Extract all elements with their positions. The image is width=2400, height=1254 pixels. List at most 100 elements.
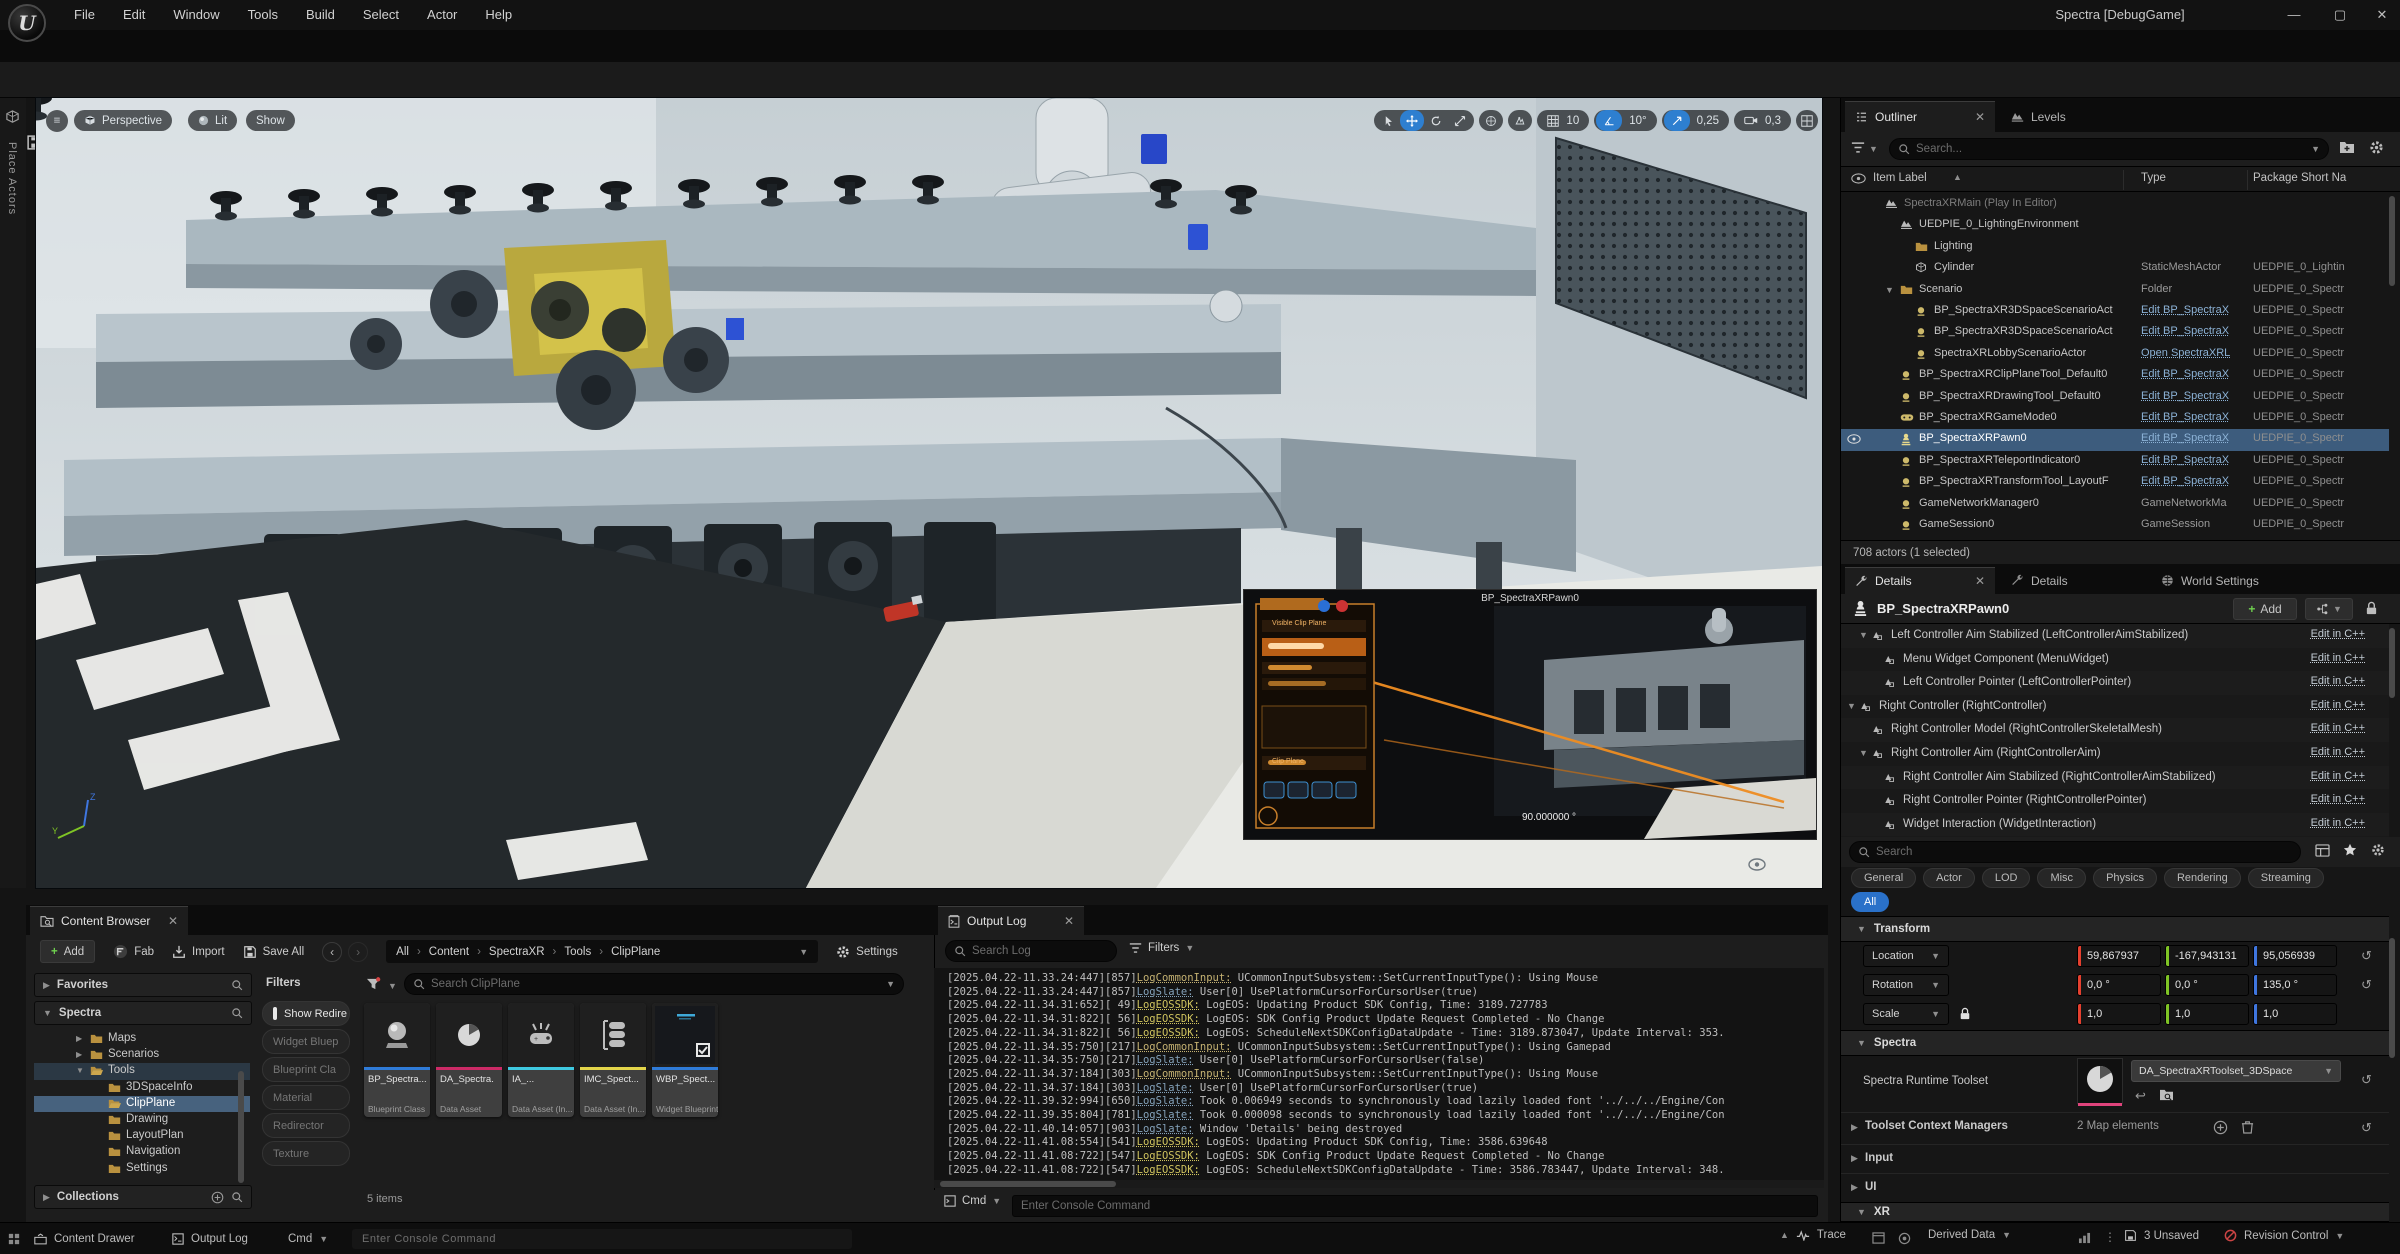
tab-content-browser[interactable]: Content Browser ✕ — [30, 906, 188, 935]
menu-select[interactable]: Select — [349, 0, 413, 30]
folder-navigation[interactable]: Navigation — [34, 1144, 250, 1160]
outliner-item-type[interactable]: Edit BP_SpectraX — [2141, 325, 2247, 337]
camera-speed-control[interactable]: 0,3 — [1734, 110, 1791, 131]
grid-snap-control[interactable]: 10 — [1537, 110, 1589, 131]
component-row[interactable]: Right Controller Pointer (RightControlle… — [1841, 789, 2389, 813]
folder-tools[interactable]: ▼Tools — [34, 1063, 250, 1079]
outliner-row[interactable]: GameNetworkManager0GameNetworkMaUEDPIE_0… — [1841, 494, 2389, 515]
outliner-item-type[interactable]: Edit BP_SpectraX — [2141, 368, 2247, 380]
funnel-filter-icon[interactable] — [366, 977, 381, 991]
category-rendering[interactable]: Rendering — [2164, 868, 2241, 888]
cb-add-button[interactable]: +Add — [40, 940, 95, 963]
reset-icon[interactable]: ↺ — [2361, 948, 2372, 964]
transform-rotation-dropdown[interactable]: Rotation▼ — [1863, 974, 1949, 996]
outliner-row[interactable]: GameSession0GameSessionUEDPIE_0_Spectr — [1841, 515, 2389, 536]
revision-control-button[interactable]: Revision Control ▼ — [2224, 1229, 2344, 1242]
edit-in-cpp-link[interactable]: Edit in C++ — [2311, 652, 2365, 664]
ui-section-row[interactable]: ▶ UI — [1841, 1173, 2389, 1202]
log-line[interactable]: [2025.04.22-11.34.31:822][ 56]LogEOSSDK:… — [947, 1027, 1725, 1041]
log-line[interactable]: [2025.04.22-11.34.35:750][217]LogCommonI… — [947, 1041, 1611, 1055]
viewport[interactable]: ≡ Perspective Lit Show 10 — [36, 98, 1822, 888]
log-line[interactable]: [2025.04.22-11.33.24:447][857]LogCommonI… — [947, 972, 1598, 986]
tab-outliner[interactable]: Outliner ✕ — [1845, 101, 1995, 132]
folder-3dspaceinfo[interactable]: 3DSpaceInfo — [34, 1080, 250, 1096]
outliner-row[interactable]: BP_SpectraXRClipPlaneTool_Default0Edit B… — [1841, 365, 2389, 386]
log-search-input[interactable] — [972, 945, 1108, 957]
log-filters-button[interactable]: Filters ▼ — [1129, 942, 1194, 954]
tab-output-log[interactable]: Output Log ✕ — [938, 906, 1084, 935]
input-section-row[interactable]: ▶ Input — [1841, 1144, 2389, 1173]
select-tool-icon[interactable] — [1376, 110, 1400, 131]
log-line[interactable]: [2025.04.22-11.34.37:184][303]LogCommonI… — [947, 1068, 1598, 1082]
transform-rotation-z-field[interactable]: 135,0 ° — [2253, 974, 2337, 996]
pie-preview-window[interactable]: BP_SpectraXRPawn0 Visible Clip Plane Cli… — [1243, 589, 1817, 840]
reset-icon[interactable]: ↺ — [2361, 1072, 2372, 1088]
log-line[interactable]: [2025.04.22-11.34.35:750][217]LogSlate: … — [947, 1054, 1484, 1068]
breadcrumb-item[interactable]: SpectraXR — [489, 946, 545, 958]
transform-location-x-field[interactable]: 59,867937 — [2077, 945, 2161, 967]
more-options-icon[interactable]: ⋮ — [2104, 1230, 2116, 1244]
breadcrumb-item[interactable]: ClipPlane — [611, 946, 660, 958]
log-line[interactable]: [2025.04.22-11.40.14:057][903]LogSlate: … — [947, 1123, 1402, 1137]
console-command-input[interactable] — [1021, 1200, 1809, 1212]
cb-import-button[interactable]: Import — [172, 945, 225, 959]
lock-icon[interactable] — [2365, 601, 2378, 616]
asset-imc-spect-[interactable]: IMC_Spect...Data Asset (In... — [580, 1003, 646, 1117]
blueprint-dropdown-button[interactable]: ▼ — [2305, 598, 2353, 620]
search-icon[interactable] — [231, 1191, 243, 1203]
transform-scale-z-field[interactable]: 1,0 — [2253, 1003, 2337, 1025]
edit-in-cpp-link[interactable]: Edit in C++ — [2311, 675, 2365, 687]
component-row[interactable]: Left Controller Pointer (LeftControllerP… — [1841, 671, 2389, 695]
column-item-label[interactable]: Item Label — [1873, 172, 1927, 184]
filter-texture[interactable]: Texture — [262, 1141, 350, 1166]
breadcrumb-item[interactable]: Content — [429, 946, 469, 958]
transform-scale-y-field[interactable]: 1,0 — [2165, 1003, 2249, 1025]
outliner-row[interactable]: BP_SpectraXR3DSpaceScenarioActEdit BP_Sp… — [1841, 301, 2389, 322]
outliner-column-header[interactable]: Item Label ▲ Type Package Short Na — [1841, 166, 2400, 192]
log-category[interactable]: LogEOSSDK: — [1137, 1027, 1200, 1039]
toolset-thumbnail[interactable] — [2077, 1058, 2123, 1104]
reset-icon[interactable]: ↺ — [2361, 977, 2372, 993]
scale-tool-icon[interactable] — [1448, 110, 1472, 131]
chevron-down-icon[interactable]: ▼ — [1847, 701, 1856, 711]
components-scrollbar[interactable] — [2389, 628, 2395, 698]
add-collection-icon[interactable] — [211, 1191, 224, 1204]
log-line[interactable]: [2025.04.22-11.34.31:652][ 49]LogEOSSDK:… — [947, 999, 1548, 1013]
log-category[interactable]: LogSlate: — [1137, 986, 1194, 998]
log-category[interactable]: LogEOSSDK: — [1137, 1013, 1200, 1025]
perspective-dropdown[interactable]: Perspective — [74, 110, 172, 131]
tab-world-settings[interactable]: World Settings — [2151, 567, 2311, 594]
edit-in-cpp-link[interactable]: Edit in C++ — [2311, 817, 2365, 829]
menu-tools[interactable]: Tools — [234, 0, 292, 30]
outliner-item-type[interactable]: Edit BP_SpectraX — [2141, 454, 2247, 466]
context-managers-row[interactable]: ▶ Toolset Context Managers 2 Map element… — [1841, 1112, 2389, 1142]
folder-settings[interactable]: Settings — [34, 1161, 250, 1177]
viewport-eye-icon[interactable] — [1748, 858, 1766, 871]
outliner-item-type[interactable]: Edit BP_SpectraX — [2141, 432, 2247, 444]
cb-settings-button[interactable]: Settings — [836, 945, 898, 959]
close-icon[interactable]: ✕ — [1064, 914, 1074, 928]
component-row[interactable]: Right Controller Model (RightControllerS… — [1841, 718, 2389, 742]
lit-dropdown[interactable]: Lit — [188, 110, 237, 131]
outliner-row[interactable]: ▼ScenarioFolderUEDPIE_0_Spectr — [1841, 280, 2389, 301]
tab-details[interactable]: Details ✕ — [1845, 567, 1995, 594]
search-icon[interactable] — [231, 1007, 243, 1019]
chevron-right-icon[interactable]: ▶ — [76, 1034, 82, 1043]
add-element-icon[interactable] — [2213, 1120, 2228, 1135]
status-console-field[interactable]: Enter Console Command — [352, 1229, 852, 1249]
menu-file[interactable]: File — [60, 0, 109, 30]
log-category[interactable]: LogSlate: — [1137, 1095, 1194, 1107]
xr-section-header[interactable]: ▼ XR — [1841, 1202, 2389, 1222]
transform-location-z-field[interactable]: 95,056939 — [2253, 945, 2337, 967]
status-output-log-button[interactable]: Output Log — [172, 1229, 248, 1249]
breadcrumb-item[interactable]: Tools — [564, 946, 591, 958]
reset-icon[interactable]: ↺ — [2361, 1120, 2372, 1136]
edit-in-cpp-link[interactable]: Edit in C++ — [2311, 746, 2365, 758]
log-line[interactable]: [2025.04.22-11.41.08:554][541]LogEOSSDK:… — [947, 1136, 1548, 1150]
menu-window[interactable]: Window — [159, 0, 233, 30]
filter-widget-bluep[interactable]: Widget Bluep — [262, 1029, 350, 1054]
trash-icon[interactable] — [2241, 1120, 2254, 1134]
toolset-asset-dropdown[interactable]: DA_SpectraXRToolset_3DSpace ▼ — [2131, 1060, 2341, 1082]
cb-fab-button[interactable]: Fab — [113, 944, 154, 959]
browse-to-asset-icon[interactable] — [2159, 1088, 2174, 1101]
